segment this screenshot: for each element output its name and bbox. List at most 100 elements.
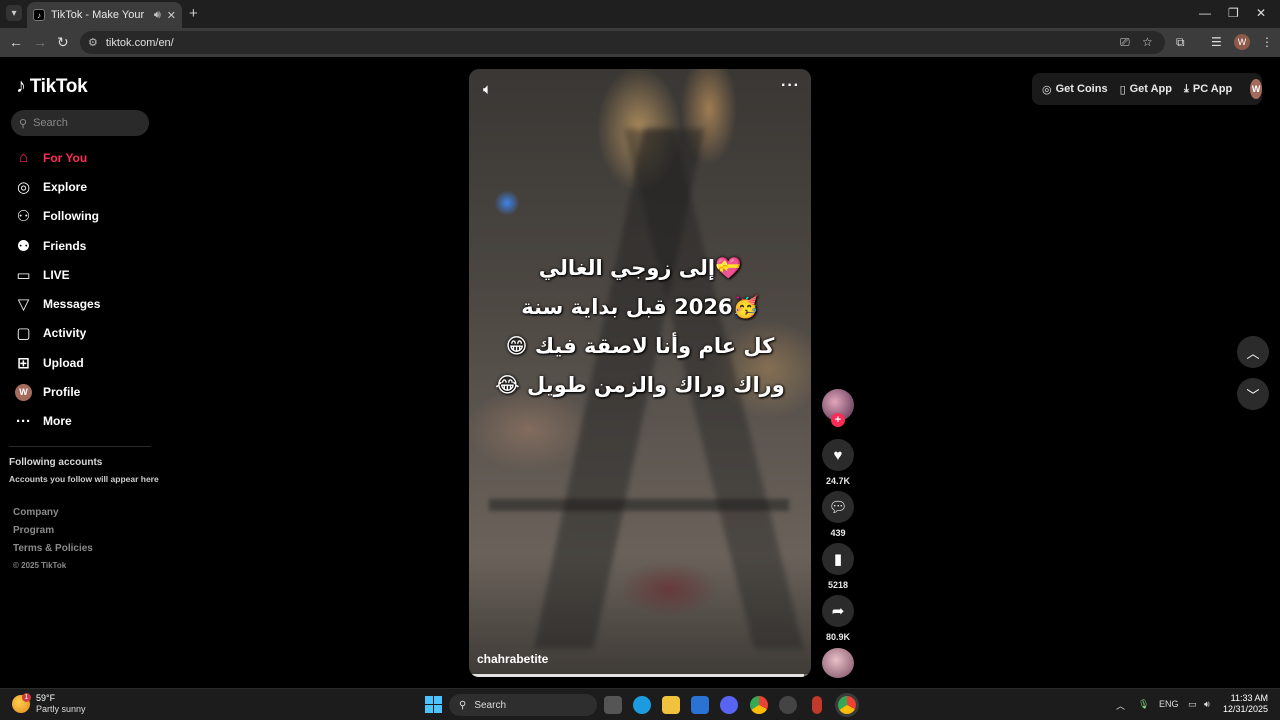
minimize-icon[interactable]: — — [1199, 6, 1211, 20]
sidebar-item-more[interactable]: ··· More — [15, 407, 155, 436]
sidebar-item-label: Explore — [43, 179, 88, 194]
tiktok-page: ♪ TikTok ⚲ Search ⌂ For You ◎ Explore ⚇ … — [0, 57, 1280, 688]
follow-plus-button[interactable]: + — [831, 413, 845, 427]
video-caption: 💝إلى زوجي الغالي 🥳2026 قبل بداية سنة كل … — [469, 249, 811, 405]
microphone-app-icon[interactable] — [812, 696, 822, 714]
system-clock[interactable]: 11:33 AM 12/31/2025 — [1222, 693, 1268, 715]
discord-icon[interactable] — [720, 696, 738, 714]
get-app-label: Get App — [1129, 83, 1172, 95]
sidebar-item-label: More — [43, 414, 72, 429]
pc-app-button[interactable]: ⤓ PC App — [1184, 83, 1232, 96]
sidebar-divider — [9, 446, 151, 447]
sidebar-item-upload[interactable]: ⊞ Upload — [15, 348, 155, 377]
close-tab-icon[interactable]: ✕ — [167, 9, 176, 22]
search-icon: ⚲ — [19, 117, 28, 130]
footer-link-company[interactable]: Company — [13, 507, 93, 525]
clock-date: 12/31/2025 — [1222, 704, 1268, 714]
caption-line: 💝إلى زوجي الغالي — [538, 256, 742, 280]
caption-line: 🥳2026 قبل بداية سنة — [521, 295, 759, 319]
share-button[interactable]: ➦ — [822, 595, 854, 627]
network-icon[interactable]: ▭ — [1188, 699, 1197, 710]
video-progress-bar[interactable] — [469, 674, 811, 677]
tiktok-logo-icon: ♪ — [16, 75, 26, 97]
coin-icon: ◎ — [1042, 83, 1052, 96]
sidebar-item-friends[interactable]: ⚉ Friends — [15, 231, 155, 260]
tiktok-favicon: ♪ — [33, 9, 45, 21]
site-info-icon[interactable]: ⚙ — [88, 36, 98, 49]
extensions-icon[interactable]: ⧉ — [1176, 35, 1185, 50]
search-input[interactable]: ⚲ Search — [11, 110, 149, 136]
store-icon[interactable] — [691, 696, 709, 714]
like-button[interactable]: ♥ — [822, 439, 854, 471]
reading-list-icon[interactable]: ☰ — [1211, 35, 1222, 49]
get-app-button[interactable]: ▯ Get App — [1120, 83, 1172, 96]
following-accounts-subtitle: Accounts you follow will appear here — [9, 474, 159, 484]
send-icon: ▽ — [17, 296, 30, 314]
chevron-down-icon: ﹀ — [1246, 387, 1260, 403]
file-explorer-icon[interactable] — [662, 696, 680, 714]
previous-video-button[interactable]: ︿ — [1237, 336, 1269, 368]
sidebar-item-label: LIVE — [43, 267, 70, 282]
caption-line: وراك وراك والزمن طويل 😂 — [495, 373, 785, 397]
browser-profile-avatar[interactable]: W — [1234, 34, 1250, 50]
show-hidden-icons[interactable]: ︿ — [1116, 699, 1125, 712]
sidebar-item-live[interactable]: ▭ LIVE — [15, 260, 155, 289]
sidebar-item-following[interactable]: ⚇ Following — [15, 202, 155, 231]
music-disc-avatar[interactable] — [822, 648, 854, 678]
author-name[interactable]: chahrabetite — [477, 652, 548, 666]
volume-icon[interactable]: 🔈︎ — [483, 81, 492, 98]
close-window-icon[interactable]: ✕ — [1256, 6, 1266, 20]
browser-menu-icon[interactable]: ⋮ — [1261, 35, 1273, 49]
speaker-icon[interactable]: 🔊︎ — [154, 9, 161, 22]
sidebar-item-profile[interactable]: W Profile — [15, 377, 155, 406]
comment-button[interactable]: 💬︎ — [822, 491, 854, 523]
forward-icon[interactable]: → — [33, 34, 47, 50]
install-app-icon[interactable]: ⎚ — [1120, 35, 1130, 50]
sidebar-item-label: Activity — [43, 326, 87, 341]
footer-link-terms[interactable]: Terms & Policies — [13, 543, 93, 561]
get-coins-button[interactable]: ◎ Get Coins — [1042, 83, 1108, 96]
chrome-profile-icon[interactable] — [838, 696, 856, 714]
language-indicator[interactable]: ENG — [1159, 699, 1179, 709]
activity-icon: ▢ — [16, 325, 31, 343]
tab-search-button[interactable]: ▾ — [6, 5, 22, 21]
bookmark-star-icon[interactable]: ☆ — [1142, 35, 1153, 49]
back-icon[interactable]: ← — [9, 34, 23, 50]
more-icon: ··· — [16, 412, 31, 430]
sidebar-item-explore[interactable]: ◎ Explore — [15, 172, 155, 201]
weather-widget[interactable]: 1 59°F Partly sunny — [12, 693, 86, 715]
microphone-icon[interactable]: 🎙︎ — [1138, 699, 1149, 710]
address-bar[interactable]: ⚙ tiktok.com/en/ — [80, 31, 1165, 54]
sidebar-item-activity[interactable]: ▢ Activity — [15, 319, 155, 348]
footer-link-program[interactable]: Program — [13, 525, 93, 543]
share-count: 80.9K — [825, 632, 851, 642]
pc-app-label: PC App — [1192, 83, 1233, 95]
like-count: 24.7K — [825, 476, 851, 486]
save-button[interactable]: ▮ — [822, 543, 854, 575]
task-view-icon[interactable] — [604, 696, 622, 714]
comment-icon: 💬︎ — [828, 499, 848, 516]
start-button[interactable] — [425, 696, 442, 713]
settings-icon[interactable] — [779, 696, 797, 714]
footer-links: Company Program Terms & Policies © 2025 … — [13, 507, 93, 570]
taskbar-search-label: Search — [474, 699, 507, 711]
tiktok-logo[interactable]: ♪ TikTok — [16, 75, 88, 98]
sidebar-item-messages[interactable]: ▽ Messages — [15, 289, 155, 318]
user-avatar[interactable]: W — [1250, 79, 1262, 99]
maximize-icon[interactable]: ❐ — [1228, 6, 1239, 20]
taskbar-search[interactable]: ⚲ Search — [449, 694, 597, 716]
chrome-icon[interactable] — [750, 696, 768, 714]
browser-tab[interactable]: ♪ TikTok - Make Your Day 🔊︎ ✕ — [27, 2, 182, 28]
next-video-button[interactable]: ﹀ — [1237, 378, 1269, 410]
edge-icon[interactable] — [633, 696, 651, 714]
more-options-icon[interactable]: ··· — [781, 77, 800, 95]
reload-icon[interactable]: ↻ — [57, 34, 69, 51]
volume-icon[interactable]: 🔊︎ — [1204, 699, 1210, 710]
new-tab-button[interactable]: + — [189, 5, 198, 22]
sidebar-item-for-you[interactable]: ⌂ For You — [15, 143, 155, 172]
live-icon: ▭ — [16, 266, 31, 284]
windows-logo-icon — [434, 705, 442, 713]
windows-logo-icon — [434, 696, 442, 704]
windows-logo-icon — [425, 696, 433, 704]
video-player[interactable]: 🔈︎ ··· 💝إلى زوجي الغالي 🥳2026 قبل بداية … — [469, 69, 811, 677]
